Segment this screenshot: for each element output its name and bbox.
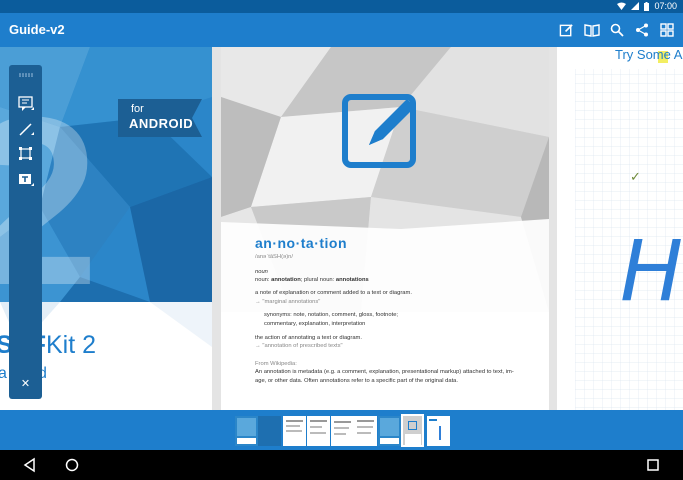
back-icon[interactable] [22,457,38,473]
definition-example-2-text: "annotation of prescribed texts" [262,343,343,350]
definition-word: an·no·ta·tion [255,235,348,251]
thumbnail-page-4[interactable] [307,416,330,446]
definition-pos: noun [255,268,268,275]
thumbnail-page-1[interactable] [235,416,258,446]
page-sketch[interactable]: Try Some A ✓ Ho [557,47,683,410]
thumbnail-page-8-selected[interactable] [401,414,424,447]
definition-wiki-1: An annotation is metadata (e.g. a commen… [255,369,514,376]
thumbnail-page-2[interactable] [258,416,281,446]
definition-example-1: → "marginal annotations" [255,298,321,305]
wifi-icon [617,2,627,10]
definition-forms-lead: noun: [255,277,272,284]
thumbnail-page-3[interactable] [283,416,306,446]
definition-sense-2: the action of annotating a text or diagr… [255,335,362,342]
dictionary-entry: an·no·ta·tion /anəˈtāSH(ə)n/ noun noun: … [255,233,535,385]
page-definition[interactable]: an·no·ta·tion /anəˈtāSH(ə)n/ noun noun: … [221,47,549,410]
badge-platform-label: ANDROID [129,116,194,131]
drag-handle-icon[interactable] [19,73,33,77]
recents-icon[interactable] [645,457,661,473]
cover-brand-b: Kit 2 [46,331,97,359]
shape-icon[interactable] [17,145,35,163]
definition-example-2: → "annotation of prescribed texts" [255,343,343,350]
definition-forms-mid: ; plural noun: [300,277,336,284]
cover-tagline-a: a [0,365,7,382]
sketch-heading: Try Some A [615,47,683,62]
thumbnail-page-5[interactable] [331,416,354,446]
badge-for-label: for [131,103,144,115]
status-icons: 07:00 [617,1,677,11]
grid-icon[interactable] [658,22,675,39]
definition-forms-1: annotation [271,277,301,284]
book-icon[interactable] [583,22,600,39]
thumbnail-page-6[interactable] [354,416,377,446]
annotation-icon [342,94,416,168]
definition-wiki-2: age, or other data. Often annotations re… [255,377,459,384]
thumbnail-strip [0,410,683,450]
document-title: Guide-v2 [9,22,65,37]
app-bar: Guide-v2 [0,13,683,47]
definition-example-1-text: "marginal annotations" [262,298,321,305]
document-viewer[interactable]: 2 for ANDROID SDFKit 2 a ound [0,47,683,410]
sketch-handwriting: Ho [620,222,683,320]
definition-forms-2: annotations [335,277,369,284]
battery-icon [644,1,650,11]
search-icon[interactable] [608,22,625,39]
note-annotation-icon[interactable] [17,95,35,113]
definition-sense-1: a note of explanation or comment added t… [255,290,412,297]
definition-synonyms-1: synonyms: note, notation, comment, gloss… [264,312,399,319]
signal-icon [631,2,640,10]
toolbar-close-button[interactable]: ✕ [9,377,42,390]
definition-synonyms-2: commentary, explanation, interpretation [264,320,366,327]
home-icon[interactable] [64,457,80,473]
status-time: 07:00 [654,1,677,11]
definition-pronunciation: /anəˈtāSH(ə)n/ [255,254,294,261]
status-bar: 07:00 [0,0,683,13]
sketch-check: ✓ [630,169,641,184]
annotation-toolbar: ✕ [9,65,42,399]
edit-icon[interactable] [558,22,575,39]
text-icon[interactable] [17,171,35,189]
thumbnail-page-9[interactable] [427,416,450,446]
definition-forms: noun: annotation; plural noun: annotatio… [255,276,535,284]
app-bar-actions [558,13,675,47]
definition-source: From Wikipedia: [255,360,297,367]
system-navigation-bar [0,450,683,480]
line-icon[interactable] [17,120,35,138]
thumbnail-page-7[interactable] [378,416,401,446]
share-icon[interactable] [633,22,650,39]
